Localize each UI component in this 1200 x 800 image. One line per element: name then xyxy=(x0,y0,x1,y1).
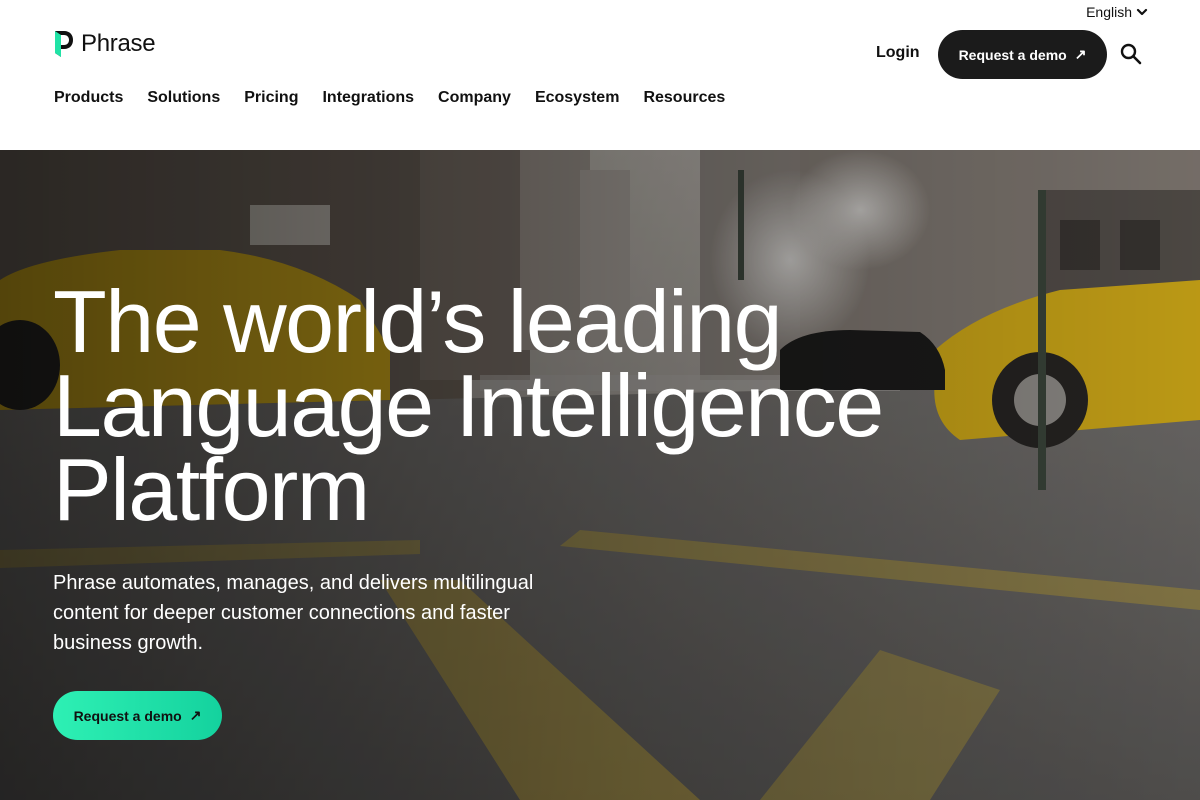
phrase-logo[interactable]: Phrase xyxy=(53,29,156,59)
phrase-logo-icon xyxy=(55,31,73,57)
nav-ecosystem[interactable]: Ecosystem xyxy=(535,89,620,107)
login-link[interactable]: Login xyxy=(876,44,920,62)
nav-pricing[interactable]: Pricing xyxy=(244,89,298,107)
search-icon[interactable] xyxy=(1119,42,1143,66)
nav-integrations[interactable]: Integrations xyxy=(322,89,414,107)
main-nav: Products Solutions Pricing Integrations … xyxy=(54,89,725,107)
hero-title: The world’s leading Language Intelligenc… xyxy=(53,278,953,534)
hero-request-demo-label: Request a demo xyxy=(73,707,182,724)
arrow-up-right-icon: ↗ xyxy=(189,707,202,723)
hero-title-line-3: Platform xyxy=(53,440,370,539)
request-demo-button[interactable]: Request a demo ↗ xyxy=(938,30,1107,79)
hero-request-demo-button[interactable]: Request a demo ↗ xyxy=(53,691,222,740)
chevron-down-icon xyxy=(1136,8,1148,16)
request-demo-label: Request a demo xyxy=(958,46,1067,63)
language-label: English xyxy=(1086,4,1132,20)
hero-subtitle: Phrase automates, manages, and delivers … xyxy=(53,572,534,654)
logo-wordmark: Phrase xyxy=(81,30,156,57)
site-header: English Phrase Products Solutions Pricin… xyxy=(0,0,1200,150)
language-selector[interactable]: English xyxy=(1086,4,1148,20)
nav-solutions[interactable]: Solutions xyxy=(147,89,220,107)
arrow-up-right-icon: ↗ xyxy=(1074,46,1087,62)
hero-section: The world’s leading Language Intelligenc… xyxy=(0,150,1200,800)
nav-company[interactable]: Company xyxy=(438,89,511,107)
nav-products[interactable]: Products xyxy=(54,89,123,107)
nav-resources[interactable]: Resources xyxy=(643,89,725,107)
